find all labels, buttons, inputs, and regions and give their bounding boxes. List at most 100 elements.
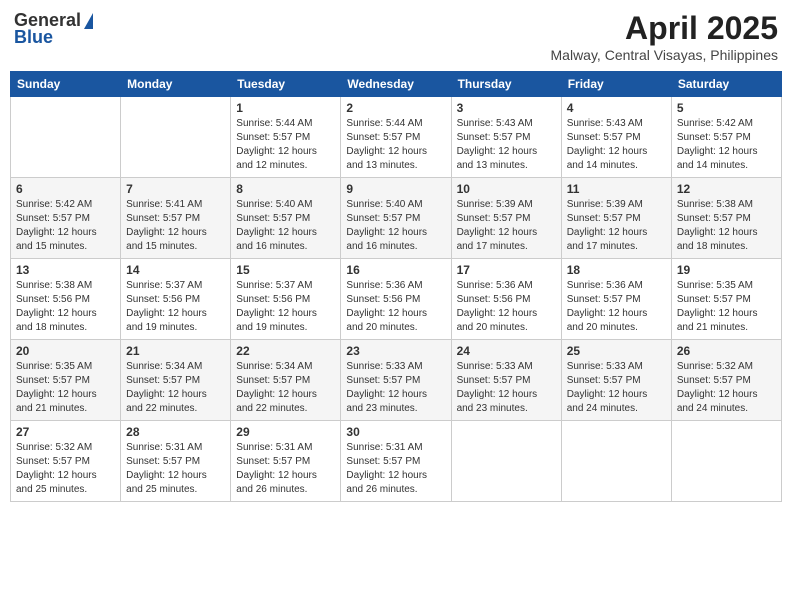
calendar-cell: 10Sunrise: 5:39 AM Sunset: 5:57 PM Dayli…	[451, 178, 561, 259]
day-number: 2	[346, 101, 445, 115]
calendar-cell: 20Sunrise: 5:35 AM Sunset: 5:57 PM Dayli…	[11, 340, 121, 421]
calendar-cell: 26 Sunrise: 5:32 AM Sunset: 5:57 PM Dayli…	[671, 340, 781, 421]
calendar-cell: 3 Sunrise: 5:43 AM Sunset: 5:57 PM Daylig…	[451, 97, 561, 178]
day-number: 1	[236, 101, 335, 115]
calendar-cell: 6 Sunrise: 5:42 AM Sunset: 5:57 PM Daylig…	[11, 178, 121, 259]
calendar-cell: 14 Sunrise: 5:37 AM Sunset: 5:56 PM Dayli…	[121, 259, 231, 340]
column-header-monday: Monday	[121, 72, 231, 97]
calendar-cell: 29Sunrise: 5:31 AM Sunset: 5:57 PM Dayli…	[231, 421, 341, 502]
day-number: 30	[346, 425, 445, 439]
day-number: 22	[236, 344, 335, 358]
day-info: Sunrise: 5:37 AM Sunset: 5:56 PM Dayligh…	[126, 279, 225, 335]
day-number: 25	[567, 344, 666, 358]
day-number: 14	[126, 263, 225, 277]
calendar-cell: 11 Sunrise: 5:39 AM Sunset: 5:57 PM Dayli…	[561, 178, 671, 259]
column-header-thursday: Thursday	[451, 72, 561, 97]
day-info: Sunrise: 5:33 AM Sunset: 5:57 PM Dayligh…	[457, 360, 556, 416]
calendar-cell: 30Sunrise: 5:31 AM Sunset: 5:57 PM Dayli…	[341, 421, 451, 502]
day-number: 9	[346, 182, 445, 196]
day-info: Sunrise: 5:42 AM Sunset: 5:57 PM Dayligh…	[677, 117, 776, 173]
calendar-cell: 17 Sunrise: 5:36 AM Sunset: 5:56 PM Dayli…	[451, 259, 561, 340]
calendar-cell: 22 Sunrise: 5:34 AM Sunset: 5:57 PM Dayli…	[231, 340, 341, 421]
day-info: Sunrise: 5:40 AM Sunset: 5:57 PM Dayligh…	[346, 198, 445, 254]
calendar-cell: 7 Sunrise: 5:41 AM Sunset: 5:57 PM Daylig…	[121, 178, 231, 259]
logo-blue-text: Blue	[14, 27, 53, 48]
day-number: 29	[236, 425, 335, 439]
day-number: 17	[457, 263, 556, 277]
day-info: Sunrise: 5:34 AM Sunset: 5:57 PM Dayligh…	[236, 360, 335, 416]
day-number: 20	[16, 344, 115, 358]
day-number: 23	[346, 344, 445, 358]
calendar-cell: 4 Sunrise: 5:43 AM Sunset: 5:57 PM Daylig…	[561, 97, 671, 178]
page-header: General Blue April 2025 Malway, Central …	[10, 10, 782, 63]
day-number: 6	[16, 182, 115, 196]
day-number: 16	[346, 263, 445, 277]
column-header-saturday: Saturday	[671, 72, 781, 97]
day-number: 3	[457, 101, 556, 115]
calendar-cell: 28 Sunrise: 5:31 AM Sunset: 5:57 PM Dayli…	[121, 421, 231, 502]
calendar-cell: 23 Sunrise: 5:33 AM Sunset: 5:57 PM Dayli…	[341, 340, 451, 421]
day-info: Sunrise: 5:33 AM Sunset: 5:57 PM Dayligh…	[567, 360, 666, 416]
day-info: Sunrise: 5:43 AM Sunset: 5:57 PM Dayligh…	[457, 117, 556, 173]
day-info: Sunrise: 5:41 AM Sunset: 5:57 PM Dayligh…	[126, 198, 225, 254]
calendar-cell: 25 Sunrise: 5:33 AM Sunset: 5:57 PM Dayli…	[561, 340, 671, 421]
day-info: Sunrise: 5:38 AM Sunset: 5:56 PM Dayligh…	[16, 279, 115, 335]
day-info: Sunrise: 5:39 AM Sunset: 5:57 PM Dayligh…	[567, 198, 666, 254]
day-number: 18	[567, 263, 666, 277]
day-info: Sunrise: 5:36 AM Sunset: 5:56 PM Dayligh…	[346, 279, 445, 335]
day-info: Sunrise: 5:38 AM Sunset: 5:57 PM Dayligh…	[677, 198, 776, 254]
day-info: Sunrise: 5:40 AM Sunset: 5:57 PM Dayligh…	[236, 198, 335, 254]
day-info: Sunrise: 5:44 AM Sunset: 5:57 PM Dayligh…	[346, 117, 445, 173]
column-header-friday: Friday	[561, 72, 671, 97]
day-number: 19	[677, 263, 776, 277]
calendar-cell: 24 Sunrise: 5:33 AM Sunset: 5:57 PM Dayli…	[451, 340, 561, 421]
calendar-cell: 15 Sunrise: 5:37 AM Sunset: 5:56 PM Dayli…	[231, 259, 341, 340]
calendar-cell	[11, 97, 121, 178]
day-number: 10	[457, 182, 556, 196]
calendar-cell: 13 Sunrise: 5:38 AM Sunset: 5:56 PM Dayli…	[11, 259, 121, 340]
day-number: 7	[126, 182, 225, 196]
month-year-title: April 2025	[551, 10, 778, 47]
calendar-cell: 5 Sunrise: 5:42 AM Sunset: 5:57 PM Daylig…	[671, 97, 781, 178]
day-number: 5	[677, 101, 776, 115]
day-info: Sunrise: 5:42 AM Sunset: 5:57 PM Dayligh…	[16, 198, 115, 254]
day-number: 8	[236, 182, 335, 196]
column-header-tuesday: Tuesday	[231, 72, 341, 97]
calendar-cell: 21Sunrise: 5:34 AM Sunset: 5:57 PM Dayli…	[121, 340, 231, 421]
calendar-cell: 16 Sunrise: 5:36 AM Sunset: 5:56 PM Dayli…	[341, 259, 451, 340]
calendar-cell: 19 Sunrise: 5:35 AM Sunset: 5:57 PM Dayli…	[671, 259, 781, 340]
logo: General Blue	[14, 10, 93, 48]
day-number: 4	[567, 101, 666, 115]
calendar-cell	[121, 97, 231, 178]
day-info: Sunrise: 5:35 AM Sunset: 5:57 PM Dayligh…	[677, 279, 776, 335]
day-info: Sunrise: 5:32 AM Sunset: 5:57 PM Dayligh…	[677, 360, 776, 416]
calendar-cell: 8 Sunrise: 5:40 AM Sunset: 5:57 PM Daylig…	[231, 178, 341, 259]
logo-triangle-icon	[84, 13, 93, 29]
day-number: 28	[126, 425, 225, 439]
day-number: 24	[457, 344, 556, 358]
column-header-sunday: Sunday	[11, 72, 121, 97]
title-block: April 2025 Malway, Central Visayas, Phil…	[551, 10, 778, 63]
day-number: 26	[677, 344, 776, 358]
calendar-cell: 2 Sunrise: 5:44 AM Sunset: 5:57 PM Daylig…	[341, 97, 451, 178]
day-info: Sunrise: 5:36 AM Sunset: 5:56 PM Dayligh…	[457, 279, 556, 335]
day-number: 15	[236, 263, 335, 277]
day-info: Sunrise: 5:31 AM Sunset: 5:57 PM Dayligh…	[126, 441, 225, 497]
day-info: Sunrise: 5:37 AM Sunset: 5:56 PM Dayligh…	[236, 279, 335, 335]
calendar-cell: 18Sunrise: 5:36 AM Sunset: 5:57 PM Dayli…	[561, 259, 671, 340]
calendar-cell: 9 Sunrise: 5:40 AM Sunset: 5:57 PM Daylig…	[341, 178, 451, 259]
day-info: Sunrise: 5:34 AM Sunset: 5:57 PM Dayligh…	[126, 360, 225, 416]
day-number: 27	[16, 425, 115, 439]
calendar-table: SundayMondayTuesdayWednesdayThursdayFrid…	[10, 71, 782, 502]
day-number: 13	[16, 263, 115, 277]
day-info: Sunrise: 5:32 AM Sunset: 5:57 PM Dayligh…	[16, 441, 115, 497]
day-number: 12	[677, 182, 776, 196]
calendar-cell: 1 Sunrise: 5:44 AM Sunset: 5:57 PM Daylig…	[231, 97, 341, 178]
column-header-wednesday: Wednesday	[341, 72, 451, 97]
day-info: Sunrise: 5:44 AM Sunset: 5:57 PM Dayligh…	[236, 117, 335, 173]
day-info: Sunrise: 5:43 AM Sunset: 5:57 PM Dayligh…	[567, 117, 666, 173]
day-number: 11	[567, 182, 666, 196]
day-info: Sunrise: 5:33 AM Sunset: 5:57 PM Dayligh…	[346, 360, 445, 416]
calendar-cell	[451, 421, 561, 502]
calendar-cell: 27 Sunrise: 5:32 AM Sunset: 5:57 PM Dayli…	[11, 421, 121, 502]
